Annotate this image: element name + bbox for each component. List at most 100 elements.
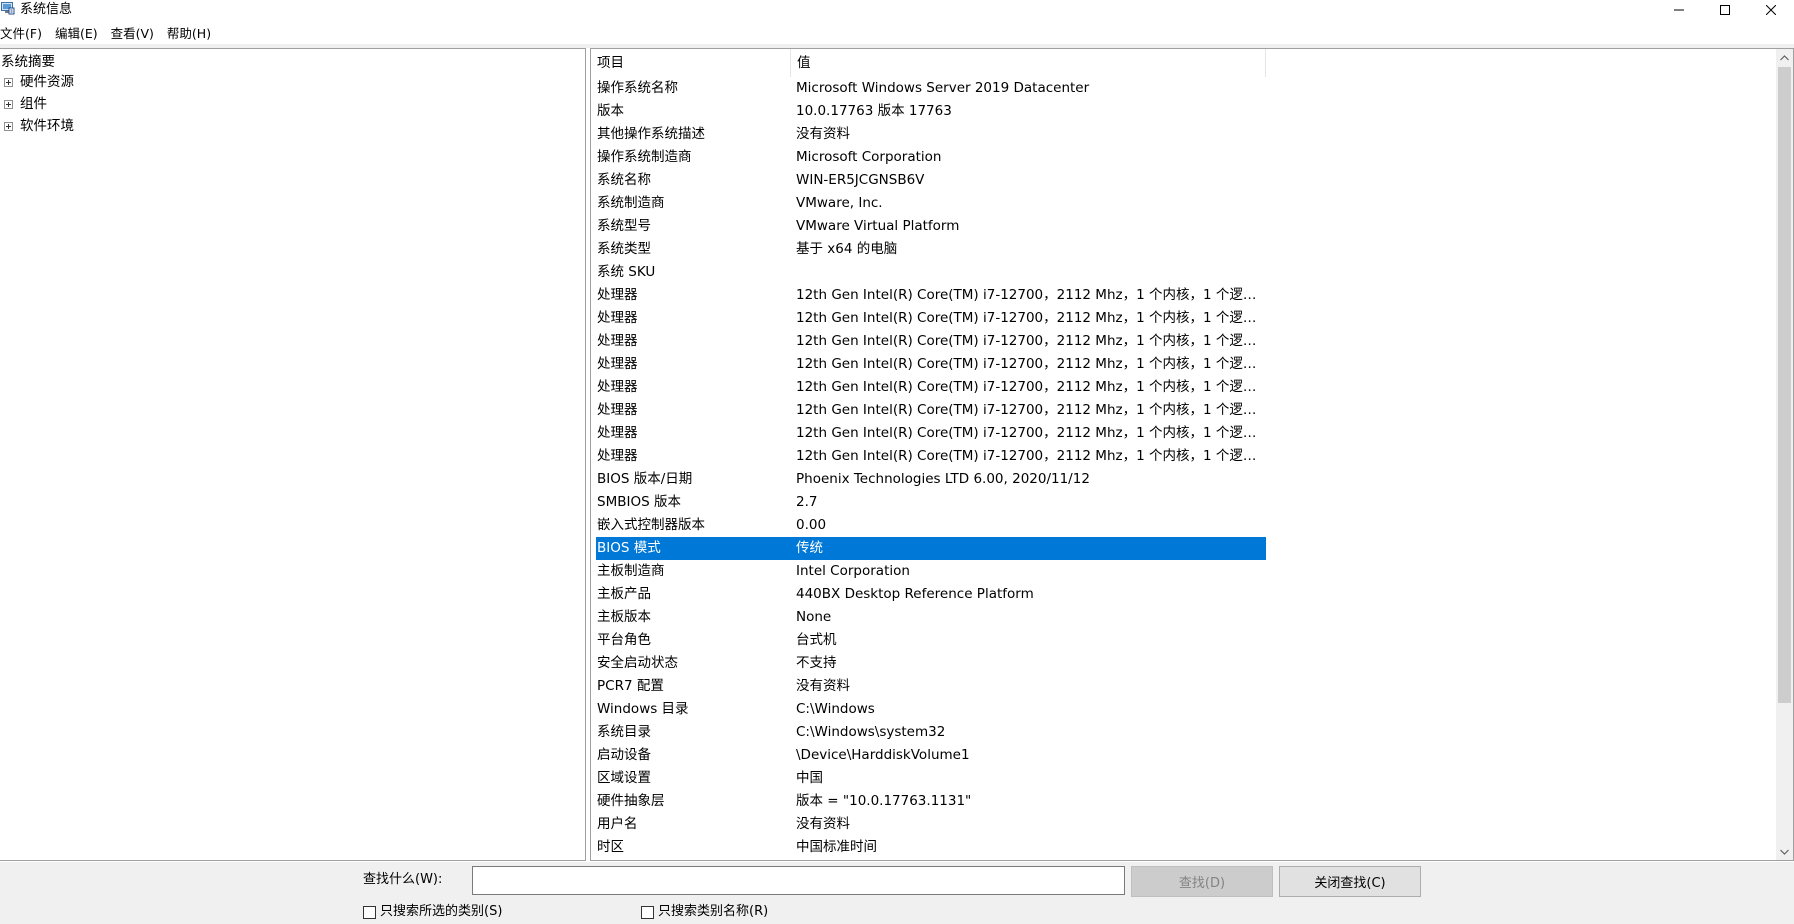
row-item-cell: 嵌入式控制器版本 bbox=[597, 517, 705, 533]
table-row[interactable]: 系统名称 WIN-ER5JCGNSB6V bbox=[596, 169, 1266, 192]
find-button[interactable]: 查找(D) bbox=[1131, 866, 1273, 897]
row-item-cell: 其他操作系统描述 bbox=[597, 126, 705, 142]
maximize-button[interactable] bbox=[1702, 0, 1748, 19]
menu-help[interactable]: 帮助(H) bbox=[167, 24, 216, 44]
table-row[interactable]: 主板产品 440BX Desktop Reference Platform bbox=[596, 583, 1266, 606]
row-value-cell: 12th Gen Intel(R) Core(TM) i7-12700，2112… bbox=[796, 379, 1266, 395]
chevron-down-icon bbox=[1780, 849, 1789, 855]
row-item-cell: 系统名称 bbox=[597, 172, 651, 188]
table-row[interactable]: 其他操作系统描述 没有资料 bbox=[596, 123, 1266, 146]
row-value-cell: 传统 bbox=[796, 540, 823, 556]
table-row[interactable]: 处理器 12th Gen Intel(R) Core(TM) i7-12700，2… bbox=[596, 307, 1266, 330]
table-row[interactable]: 主板版本 None bbox=[596, 606, 1266, 629]
row-item-cell: 安全启动状态 bbox=[597, 655, 678, 671]
title-bar: 系统信息 bbox=[0, 0, 1794, 19]
expand-plus-icon[interactable] bbox=[4, 121, 13, 131]
row-value-cell: C:\Windows\system32 bbox=[796, 724, 946, 740]
menu-edit[interactable]: 编辑(E) bbox=[55, 24, 103, 44]
row-value-cell: 不支持 bbox=[796, 655, 837, 671]
table-row[interactable]: PCR7 配置 没有资料 bbox=[596, 675, 1266, 698]
tree-item-hardware-resources[interactable]: 硬件资源 bbox=[4, 73, 74, 91]
table-row[interactable]: 系统型号 VMware Virtual Platform bbox=[596, 215, 1266, 238]
table-row[interactable]: 处理器 12th Gen Intel(R) Core(TM) i7-12700，2… bbox=[596, 376, 1266, 399]
expand-plus-icon[interactable] bbox=[4, 99, 13, 109]
row-value-cell: 10.0.17763 版本 17763 bbox=[796, 103, 952, 119]
table-row[interactable]: 操作系统制造商 Microsoft Corporation bbox=[596, 146, 1266, 169]
vertical-scrollbar[interactable] bbox=[1776, 49, 1793, 860]
scroll-down-button[interactable] bbox=[1776, 843, 1793, 860]
row-value-cell: VMware Virtual Platform bbox=[796, 218, 960, 234]
table-row[interactable]: 处理器 12th Gen Intel(R) Core(TM) i7-12700，2… bbox=[596, 284, 1266, 307]
table-row[interactable]: 处理器 12th Gen Intel(R) Core(TM) i7-12700，2… bbox=[596, 353, 1266, 376]
checkbox-label: 只搜索所选的类别(S) bbox=[380, 904, 503, 919]
menu-view[interactable]: 查看(V) bbox=[111, 24, 159, 44]
column-header-value[interactable]: 值 bbox=[791, 49, 1266, 77]
table-row[interactable]: BIOS 模式 传统 bbox=[596, 537, 1266, 560]
checkbox-box[interactable] bbox=[641, 905, 654, 919]
table-row[interactable]: 系统制造商 VMware, Inc. bbox=[596, 192, 1266, 215]
list-rows: 操作系统名称 Microsoft Windows Server 2019 Data… bbox=[596, 77, 1266, 859]
table-row[interactable]: 用户名 没有资料 bbox=[596, 813, 1266, 836]
table-row[interactable]: SMBIOS 版本 2.7 bbox=[596, 491, 1266, 514]
table-row[interactable]: 处理器 12th Gen Intel(R) Core(TM) i7-12700，2… bbox=[596, 399, 1266, 422]
table-row[interactable]: 启动设备 \Device\HarddiskVolume1 bbox=[596, 744, 1266, 767]
scroll-thumb[interactable] bbox=[1778, 67, 1791, 703]
table-row[interactable]: 系统类型 基于 x64 的电脑 bbox=[596, 238, 1266, 261]
category-tree[interactable]: 系统摘要 硬件资源 组件 软件环境 bbox=[0, 48, 586, 861]
row-value-cell: 12th Gen Intel(R) Core(TM) i7-12700，2112… bbox=[796, 402, 1266, 418]
row-item-cell: 主板制造商 bbox=[597, 563, 665, 579]
tree-item-system-summary[interactable]: 系统摘要 bbox=[1, 53, 55, 71]
table-row[interactable]: 安全启动状态 不支持 bbox=[596, 652, 1266, 675]
table-row[interactable]: Windows 目录 C:\Windows bbox=[596, 698, 1266, 721]
close-find-button[interactable]: 关闭查找(C) bbox=[1279, 866, 1421, 897]
window-title: 系统信息 bbox=[20, 2, 73, 17]
table-row[interactable]: 系统目录 C:\Windows\system32 bbox=[596, 721, 1266, 744]
table-row[interactable]: 主板制造商 Intel Corporation bbox=[596, 560, 1266, 583]
row-value-cell: VMware, Inc. bbox=[796, 195, 883, 211]
checkbox-label: 只搜索类别名称(R) bbox=[658, 904, 769, 919]
row-item-cell: PCR7 配置 bbox=[597, 678, 664, 694]
row-value-cell: 12th Gen Intel(R) Core(TM) i7-12700，2112… bbox=[796, 448, 1266, 464]
tree-item-components[interactable]: 组件 bbox=[4, 95, 47, 113]
scroll-up-button[interactable] bbox=[1776, 49, 1793, 66]
table-row[interactable]: 处理器 12th Gen Intel(R) Core(TM) i7-12700，2… bbox=[596, 422, 1266, 445]
details-list[interactable]: 项目 值 操作系统名称 Microsoft Windows Server 2019… bbox=[590, 48, 1794, 861]
row-value-cell: 基于 x64 的电脑 bbox=[796, 241, 898, 257]
row-value-cell: 台式机 bbox=[796, 632, 837, 648]
table-row[interactable]: 操作系统名称 Microsoft Windows Server 2019 Data… bbox=[596, 77, 1266, 100]
row-item-cell: 启动设备 bbox=[597, 747, 651, 763]
find-input[interactable] bbox=[472, 866, 1125, 895]
table-row[interactable]: 硬件抽象层 版本 = "10.0.17763.1131" bbox=[596, 790, 1266, 813]
table-row[interactable]: 系统 SKU bbox=[596, 261, 1266, 284]
table-row[interactable]: 平台角色 台式机 bbox=[596, 629, 1266, 652]
close-icon bbox=[1766, 4, 1776, 15]
row-value-cell: 没有资料 bbox=[796, 678, 850, 694]
search-selected-category-checkbox[interactable]: 只搜索所选的类别(S) bbox=[363, 903, 502, 921]
minimize-button[interactable] bbox=[1656, 0, 1702, 19]
row-item-cell: 平台角色 bbox=[597, 632, 651, 648]
row-item-cell: 时区 bbox=[597, 839, 624, 855]
list-header: 项目 值 bbox=[591, 49, 1777, 77]
column-header-item[interactable]: 项目 bbox=[591, 49, 791, 77]
checkbox-box[interactable] bbox=[363, 905, 376, 919]
row-value-cell: 12th Gen Intel(R) Core(TM) i7-12700，2112… bbox=[796, 425, 1266, 441]
row-value-cell: Microsoft Corporation bbox=[796, 149, 942, 165]
menu-file[interactable]: 文件(F) bbox=[0, 24, 47, 44]
table-row[interactable]: BIOS 版本/日期 Phoenix Technologies LTD 6.00,… bbox=[596, 468, 1266, 491]
table-row[interactable]: 区域设置 中国 bbox=[596, 767, 1266, 790]
table-row[interactable]: 处理器 12th Gen Intel(R) Core(TM) i7-12700，2… bbox=[596, 445, 1266, 468]
row-value-cell: 没有资料 bbox=[796, 126, 850, 142]
row-item-cell: 操作系统名称 bbox=[597, 80, 678, 96]
row-value-cell: Intel Corporation bbox=[796, 563, 910, 579]
table-row[interactable]: 嵌入式控制器版本 0.00 bbox=[596, 514, 1266, 537]
search-category-names-checkbox[interactable]: 只搜索类别名称(R) bbox=[641, 903, 768, 921]
row-item-cell: 系统制造商 bbox=[597, 195, 665, 211]
close-button[interactable] bbox=[1748, 0, 1794, 19]
table-row[interactable]: 时区 中国标准时间 bbox=[596, 836, 1266, 859]
expand-plus-icon[interactable] bbox=[4, 77, 13, 87]
system-info-app-icon bbox=[1, 2, 15, 15]
table-row[interactable]: 处理器 12th Gen Intel(R) Core(TM) i7-12700，2… bbox=[596, 330, 1266, 353]
table-row[interactable]: 版本 10.0.17763 版本 17763 bbox=[596, 100, 1266, 123]
row-value-cell: 2.7 bbox=[796, 494, 818, 510]
tree-item-software-environment[interactable]: 软件环境 bbox=[4, 117, 74, 135]
